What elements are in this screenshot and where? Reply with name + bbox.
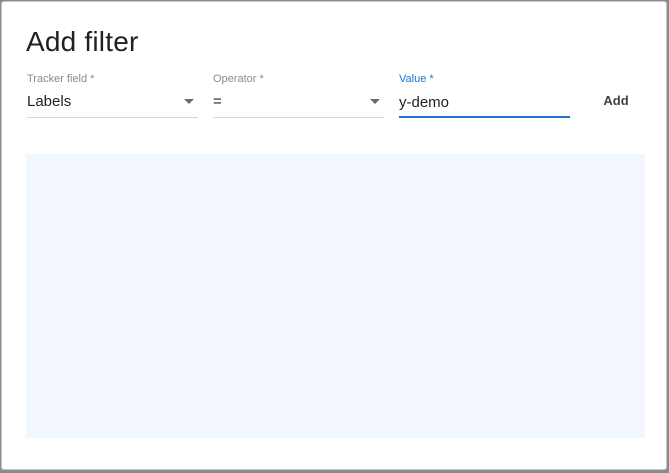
dialog-title: Add filter [26,26,139,57]
value-label: Value * [399,73,434,85]
operator-select[interactable]: Operator * = [213,72,384,118]
tracker-field-select[interactable]: Tracker field * Labels [27,72,198,118]
value-input[interactable] [399,90,570,114]
add-filter-dialog: Add filter Tracker field * Labels Operat… [1,1,667,470]
operator-value: = [213,93,222,110]
tracker-field-label: Tracker field * [27,73,95,85]
tracker-field-underline [27,117,198,118]
operator-underline [213,117,384,118]
add-button[interactable]: Add [590,88,642,114]
filter-results-panel [26,154,645,438]
chevron-down-icon[interactable] [370,99,380,104]
value-underline [399,116,570,118]
value-field: Value * [399,72,570,118]
tracker-field-value: Labels [27,93,72,110]
operator-label: Operator * [213,73,264,85]
chevron-down-icon[interactable] [184,99,194,104]
